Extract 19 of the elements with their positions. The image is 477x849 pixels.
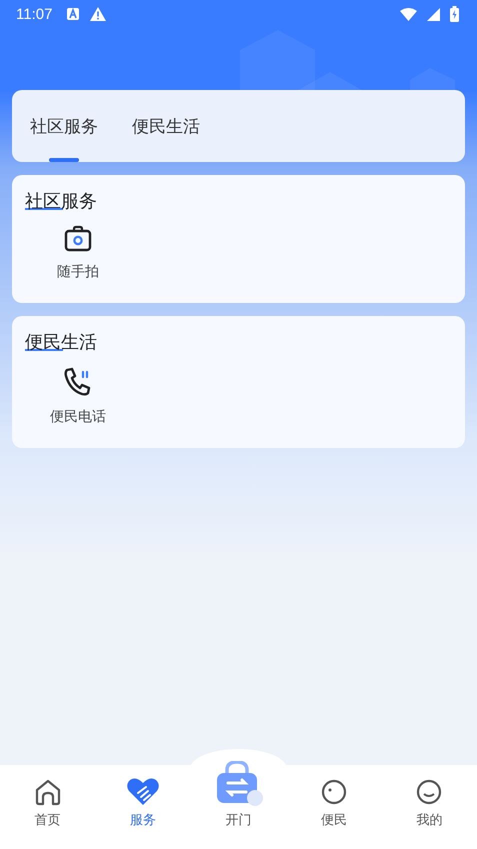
- section-title: 社区服务: [25, 189, 97, 213]
- nav-item[interactable]: 服务: [95, 765, 191, 849]
- camera-icon: [64, 225, 92, 253]
- keyboard-icon: [66, 7, 80, 21]
- tab[interactable]: 便民生活: [132, 90, 200, 162]
- wifi-icon: [400, 8, 417, 20]
- service-item[interactable]: 随手拍: [25, 225, 131, 281]
- handshake-heart-icon: [126, 777, 160, 807]
- battery-icon: [450, 6, 459, 22]
- nav-item[interactable]: 便民: [286, 765, 382, 849]
- warning-icon: [90, 7, 106, 21]
- signal-icon: [427, 8, 440, 20]
- section-title: 便民生活: [25, 330, 97, 354]
- tab[interactable]: 社区服务: [30, 90, 98, 162]
- nav-item[interactable]: 首页: [0, 765, 96, 849]
- nav-item[interactable]: 我的: [382, 765, 477, 849]
- status-time: 11:07: [16, 6, 52, 22]
- nav-item[interactable]: 开门: [190, 765, 286, 849]
- service-item[interactable]: 便民电话: [25, 366, 131, 426]
